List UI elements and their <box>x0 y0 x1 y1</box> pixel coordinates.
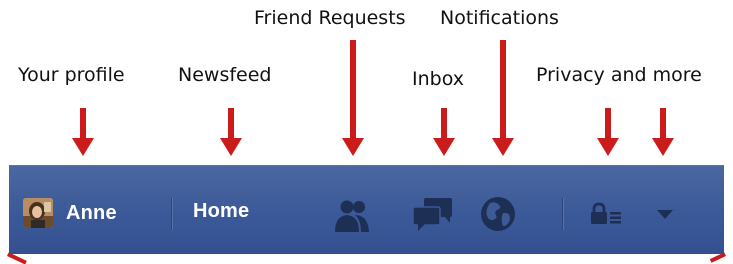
chevron-down-icon[interactable] <box>655 208 675 222</box>
callout-your-profile: Your profile <box>18 64 125 86</box>
arrow-menu <box>652 108 674 156</box>
arrow-profile <box>72 108 94 156</box>
profile-name[interactable]: Anne <box>66 202 117 225</box>
avatar <box>23 198 53 228</box>
lock-icon[interactable] <box>589 202 623 226</box>
arrow-newsfeed <box>220 108 242 156</box>
arrow-friend-requests <box>342 40 364 156</box>
facebook-top-navbar: Anne Home <box>7 165 726 264</box>
callout-inbox: Inbox <box>412 68 464 90</box>
callout-notifications: Notifications <box>440 7 559 29</box>
corner-mark <box>709 252 726 263</box>
globe-icon[interactable] <box>478 194 518 234</box>
arrow-notifications <box>492 40 514 156</box>
friends-icon[interactable] <box>332 195 372 235</box>
divider <box>562 198 563 230</box>
messages-icon[interactable] <box>410 196 454 236</box>
arrow-inbox <box>433 108 455 156</box>
callout-privacy: Privacy and more <box>536 64 702 86</box>
arrow-privacy <box>597 108 619 156</box>
divider <box>171 198 172 230</box>
profile-link[interactable]: Anne <box>23 198 117 228</box>
callout-newsfeed: Newsfeed <box>178 64 272 86</box>
callout-friend-requests: Friend Requests <box>254 7 406 29</box>
corner-mark <box>7 252 27 264</box>
home-link[interactable]: Home <box>193 200 249 223</box>
